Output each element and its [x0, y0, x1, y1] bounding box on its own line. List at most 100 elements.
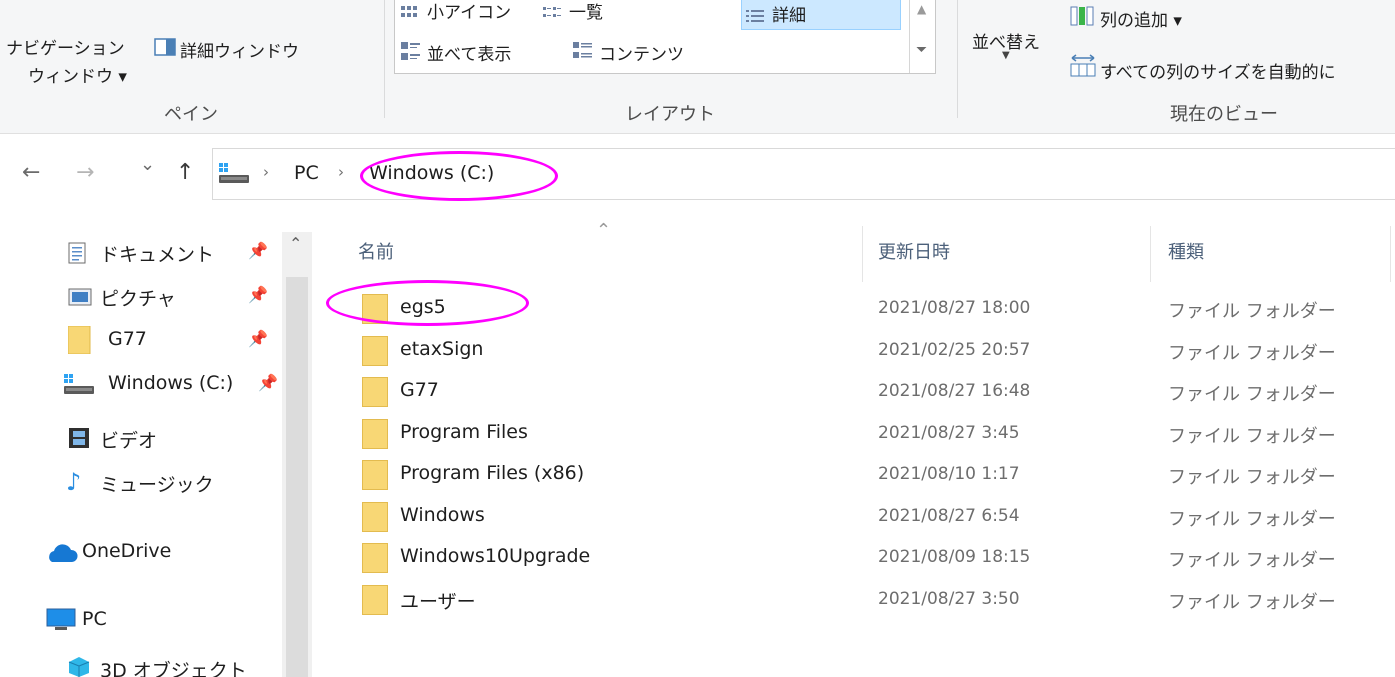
nav-item-windows-c[interactable]: Windows (C:) 📌	[0, 364, 282, 404]
file-name: G77	[400, 379, 439, 401]
breadcrumb-separator-icon[interactable]: ›	[263, 163, 269, 181]
layout-small-icons-label: 小アイコン	[427, 3, 512, 23]
pane-group: ナビゲーション ウィンドウ ▾ 詳細ウィンドウ ペイン	[0, 0, 384, 134]
gallery-more-icon[interactable]: ⏷	[916, 42, 927, 58]
current-view-group-label: 現在のビュー	[1170, 104, 1278, 125]
drive-icon	[219, 163, 249, 183]
add-columns-label: 列の追加 ▾	[1100, 11, 1182, 31]
column-header-modified[interactable]: 更新日時	[878, 238, 950, 264]
breadcrumb-windows-c[interactable]: Windows (C:)	[369, 162, 494, 184]
layout-gallery: 詳細 小アイコン 一覧 並べて表示 コンテンツ ▲ ⏷	[394, 0, 936, 74]
navigation-pane-button[interactable]: ナビゲーション ウィンドウ ▾	[6, 22, 144, 92]
pin-icon[interactable]: 📌	[248, 241, 268, 260]
table-row[interactable]: Program Files (x86) 2021/08/10 1:17 ファイル フ…	[320, 454, 1395, 494]
nav-item-onedrive[interactable]: OneDrive	[0, 532, 282, 572]
file-name: ユーザー	[400, 591, 476, 613]
table-row[interactable]: Program Files 2021/08/27 3:45 ファイル フォルダー	[320, 413, 1395, 453]
gallery-scrollbar[interactable]: ▲ ⏷	[909, 0, 935, 73]
nav-item-3d-objects[interactable]: 3D オブジェクト	[0, 644, 282, 677]
file-modified: 2021/02/25 20:57	[878, 340, 1031, 360]
list-layout-icon	[543, 7, 561, 17]
table-row[interactable]: Windows10Upgrade 2021/08/09 18:15 ファイル フォル…	[320, 537, 1395, 577]
sort-ascending-icon: ⌃	[596, 220, 612, 241]
scrollbar-thumb[interactable]	[286, 277, 308, 677]
file-type: ファイル フォルダー	[1168, 426, 1336, 447]
file-modified: 2021/08/27 6:54	[878, 506, 1020, 526]
nav-item-music[interactable]: ♪ ミュージック	[0, 462, 282, 502]
nav-item-pc[interactable]: PC	[0, 600, 282, 640]
layout-list-option[interactable]: 一覧	[543, 0, 693, 26]
folder-icon	[362, 419, 388, 449]
address-bar[interactable]: › PC › Windows (C:)	[212, 148, 1395, 200]
navigation-pane: ⌃ ドキュメント 📌 ピクチャ 📌 G77 📌 Windows (C:) 📌 ビ…	[0, 222, 316, 677]
forward-button[interactable]: →	[76, 158, 94, 188]
layout-content-option[interactable]: コンテンツ	[573, 38, 723, 68]
navigation-pane-label: ナビゲーション	[6, 39, 125, 59]
file-modified: 2021/08/09 18:15	[878, 547, 1031, 567]
nav-item-pictures[interactable]: ピクチャ 📌	[0, 276, 282, 316]
details-layout-icon	[746, 10, 764, 22]
breadcrumb-pc[interactable]: PC	[294, 162, 319, 184]
layout-tiles-option[interactable]: 並べて表示	[401, 38, 571, 68]
pane-group-label: ペイン	[164, 104, 218, 125]
file-name: Windows	[400, 504, 485, 526]
file-type: ファイル フォルダー	[1168, 343, 1336, 364]
ribbon: ナビゲーション ウィンドウ ▾ 詳細ウィンドウ ペイン レイアウト 詳細 小アイ…	[0, 0, 1395, 134]
folder-icon	[362, 294, 388, 324]
current-view-group: 並べ替え ▼ 列の追加 ▾ すべての列のサイズを自動的に 現在のビュー	[958, 0, 1395, 134]
navigation-scrollbar[interactable]: ⌃	[282, 232, 312, 677]
file-modified: 2021/08/27 16:48	[878, 381, 1031, 401]
table-row[interactable]: etaxSign 2021/02/25 20:57 ファイル フォルダー	[320, 330, 1395, 370]
file-name: etaxSign	[400, 338, 484, 360]
nav-item-g77[interactable]: G77 📌	[0, 320, 282, 360]
table-row[interactable]: G77 2021/08/27 16:48 ファイル フォルダー	[320, 371, 1395, 411]
folder-icon	[362, 336, 388, 366]
recent-locations-button[interactable]: ⌄	[140, 150, 155, 180]
layout-group-label: レイアウト	[625, 104, 715, 125]
layout-small-icons-option[interactable]: 小アイコン	[401, 0, 561, 26]
pin-icon[interactable]: 📌	[248, 329, 268, 348]
nav-item-documents[interactable]: ドキュメント 📌	[0, 232, 282, 272]
add-columns-button[interactable]: 列の追加 ▾	[1070, 0, 1270, 32]
nav-item-videos[interactable]: ビデオ	[0, 418, 282, 458]
nav-item-label: OneDrive	[82, 540, 172, 562]
nav-item-label: ビデオ	[100, 430, 158, 452]
file-modified: 2021/08/27 18:00	[878, 298, 1031, 318]
scroll-up-icon[interactable]: ⌃	[289, 234, 302, 253]
pin-icon[interactable]: 📌	[258, 373, 278, 392]
column-header-name[interactable]: 名前	[358, 238, 394, 264]
file-type: ファイル フォルダー	[1168, 384, 1336, 405]
table-row[interactable]: ユーザー 2021/08/27 3:50 ファイル フォルダー	[320, 579, 1395, 619]
up-button[interactable]: ↑	[176, 158, 194, 188]
column-separator[interactable]	[1390, 226, 1391, 282]
column-header-type[interactable]: 種類	[1168, 238, 1204, 264]
column-separator[interactable]	[862, 226, 863, 282]
folder-icon	[362, 543, 388, 573]
file-type: ファイル フォルダー	[1168, 509, 1336, 530]
details-pane-button[interactable]: 詳細ウィンドウ	[150, 32, 340, 66]
details-pane-label: 詳細ウィンドウ	[180, 42, 299, 62]
file-name: Program Files (x86)	[400, 462, 585, 484]
column-separator[interactable]	[1150, 226, 1151, 282]
table-row[interactable]: egs5 2021/08/27 18:00 ファイル フォルダー	[320, 288, 1395, 328]
cloud-icon	[49, 544, 78, 562]
pin-icon[interactable]: 📌	[248, 285, 268, 304]
nav-item-label: G77	[108, 328, 147, 350]
layout-list-label: 一覧	[569, 3, 603, 23]
size-all-columns-button[interactable]: すべての列のサイズを自動的に	[1070, 48, 1395, 84]
sort-dropdown-icon: ▼	[1002, 50, 1010, 61]
back-button[interactable]: ←	[22, 158, 40, 188]
small-icons-layout-icon	[401, 6, 417, 17]
drive-icon	[64, 374, 94, 394]
nav-item-label: ドキュメント	[100, 244, 215, 266]
breadcrumb-separator-icon[interactable]: ›	[338, 163, 344, 181]
table-row[interactable]: Windows 2021/08/27 6:54 ファイル フォルダー	[320, 496, 1395, 536]
file-modified: 2021/08/27 3:50	[878, 589, 1020, 609]
3d-objects-icon	[68, 657, 90, 677]
nav-item-label: Windows (C:)	[108, 372, 234, 394]
nav-item-label: ピクチャ	[100, 288, 176, 310]
document-icon	[68, 242, 86, 264]
sort-by-button[interactable]: 並べ替え ▼	[968, 20, 1048, 70]
gallery-scroll-up-icon[interactable]: ▲	[917, 2, 926, 16]
layout-details-option[interactable]: 詳細	[741, 0, 901, 30]
